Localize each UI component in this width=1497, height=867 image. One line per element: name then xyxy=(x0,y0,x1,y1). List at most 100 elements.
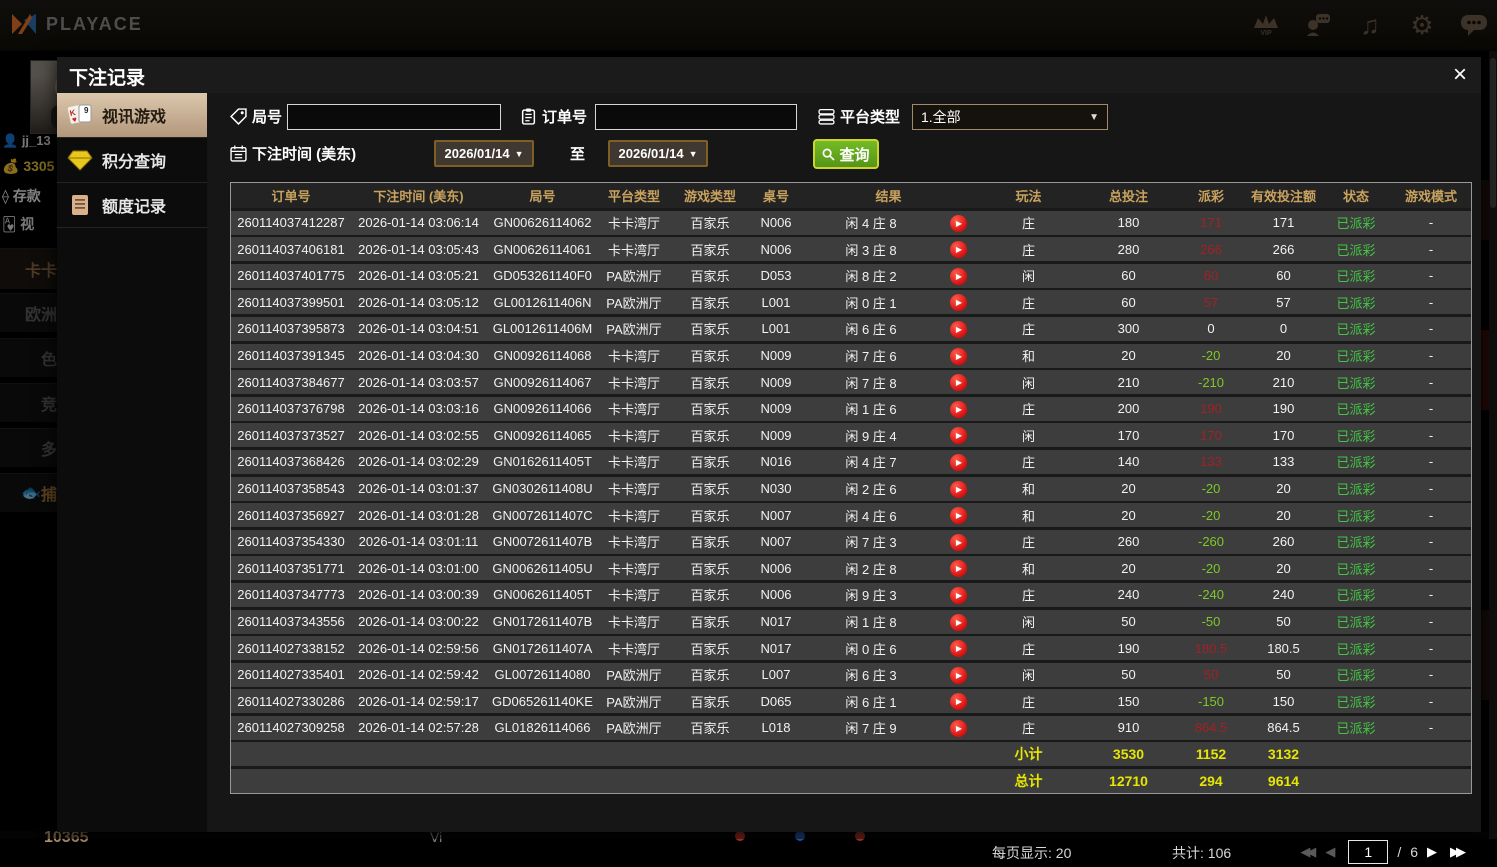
order-cell: 260114037412287 xyxy=(237,215,345,231)
table-row: 260114037373527 2026-01-14 03:02:55 GN0092… xyxy=(231,423,1471,448)
search-button[interactable]: 查询 xyxy=(813,139,879,169)
date-from-select[interactable]: 2026/01/14 ▼ xyxy=(434,140,534,167)
time-cell: 2026-01-14 02:59:17 xyxy=(358,693,479,709)
column-header: 游戏模式 xyxy=(1404,189,1457,204)
payout-cell: 180.5 xyxy=(1194,640,1228,656)
replay-button[interactable]: ▶ xyxy=(950,719,967,737)
column-header: 派彩 xyxy=(1197,189,1224,204)
status-cell: 已派彩 xyxy=(1336,561,1376,577)
game-type-cell: 百家乐 xyxy=(690,535,730,551)
order-number-input[interactable] xyxy=(595,104,797,130)
mode-cell: - xyxy=(1428,481,1434,497)
mode-cell: - xyxy=(1428,667,1434,683)
replay-button[interactable]: ▶ xyxy=(950,640,967,658)
tab-credit-records[interactable]: 额度记录 xyxy=(57,183,207,228)
bet-cell: 50 xyxy=(1121,667,1136,683)
svg-text:9: 9 xyxy=(84,106,89,115)
replay-button[interactable]: ▶ xyxy=(950,214,967,232)
order-cell: 260114037358543 xyxy=(237,481,345,497)
game-type-cell: 百家乐 xyxy=(690,322,730,338)
replay-button[interactable]: ▶ xyxy=(950,533,967,551)
replay-button[interactable]: ▶ xyxy=(950,507,967,525)
table-row: 260114037356927 2026-01-14 03:01:28 GN0072… xyxy=(231,503,1471,528)
table-cell: L001 xyxy=(761,321,791,337)
platform-cell: 卡卡湾厅 xyxy=(607,535,660,551)
table-header-row: 订单号 下注时间 (美东) 局号 平台类型 游戏类型 桌号 结果 玩法 总投注 派彩 有效投注额 状态… xyxy=(231,183,1471,208)
table-cell: L018 xyxy=(761,720,791,736)
round-cell: GN00926114068 xyxy=(493,348,592,364)
table-cell: N007 xyxy=(760,507,792,523)
game-type-cell: 百家乐 xyxy=(690,295,730,311)
payout-cell: 60 xyxy=(1203,268,1219,284)
platform-cell: PA欧洲厅 xyxy=(606,295,662,311)
page-number-input[interactable] xyxy=(1348,840,1389,864)
total-valid: 9614 xyxy=(1267,773,1300,790)
play-cell: 闲 xyxy=(1021,428,1035,444)
status-cell: 已派彩 xyxy=(1336,535,1376,551)
list-icon xyxy=(818,108,835,125)
order-cell: 260114037373527 xyxy=(237,427,345,443)
platform-type-select[interactable]: 1.全部 ▼ xyxy=(912,104,1108,130)
table-cell: N030 xyxy=(760,481,792,497)
clipboard-icon xyxy=(521,108,536,125)
mode-cell: - xyxy=(1428,507,1434,523)
table-row: 260114027330286 2026-01-14 02:59:17 GD0652… xyxy=(231,689,1471,714)
time-cell: 2026-01-14 03:06:14 xyxy=(358,215,479,231)
replay-button[interactable]: ▶ xyxy=(950,427,967,445)
result-cell: 闲 3 庄 8 xyxy=(845,242,897,258)
tab-points-query[interactable]: 积分查询 xyxy=(57,138,207,183)
status-cell: 已派彩 xyxy=(1336,242,1376,258)
mode-cell: - xyxy=(1428,374,1434,390)
order-cell: 260114037368426 xyxy=(237,454,345,470)
replay-cell: ▶ xyxy=(941,426,976,445)
play-cell: 庄 xyxy=(1021,295,1035,311)
subtotal-label: 小计 xyxy=(1014,746,1043,763)
platform-cell: 卡卡湾厅 xyxy=(607,588,660,604)
play-cell: 和 xyxy=(1021,508,1035,524)
replay-button[interactable]: ▶ xyxy=(950,320,967,338)
replay-button[interactable]: ▶ xyxy=(950,400,967,418)
replay-button[interactable]: ▶ xyxy=(950,613,967,631)
time-cell: 2026-01-14 03:02:55 xyxy=(358,427,479,443)
replay-button[interactable]: ▶ xyxy=(950,586,967,604)
replay-cell: ▶ xyxy=(941,214,976,232)
round-number-input[interactable] xyxy=(287,104,501,130)
valid-bet-cell: 210 xyxy=(1272,374,1295,390)
next-page-button[interactable]: ▶ xyxy=(1427,844,1441,860)
replay-button[interactable]: ▶ xyxy=(950,480,967,498)
replay-button[interactable]: ▶ xyxy=(950,560,967,578)
prev-page-button[interactable]: ◀ xyxy=(1325,844,1339,860)
round-cell: GN00626114061 xyxy=(493,241,592,257)
bet-time-label: 下注时间 (美东) xyxy=(230,143,356,164)
replay-button[interactable]: ▶ xyxy=(950,241,967,259)
status-cell: 已派彩 xyxy=(1336,375,1376,391)
replay-button[interactable]: ▶ xyxy=(950,267,967,285)
subtotal-bet: 3530 xyxy=(1112,746,1145,763)
platform-cell: PA欧洲厅 xyxy=(606,668,662,684)
close-icon[interactable]: × xyxy=(1453,61,1467,89)
last-page-button[interactable]: ▶▶ xyxy=(1450,844,1466,860)
game-type-cell: 百家乐 xyxy=(690,455,730,471)
round-cell: GN0162611405T xyxy=(493,454,592,470)
replay-button[interactable]: ▶ xyxy=(950,666,967,684)
replay-button[interactable]: ▶ xyxy=(950,374,967,392)
game-type-cell: 百家乐 xyxy=(690,561,730,577)
replay-button[interactable]: ▶ xyxy=(950,693,967,711)
table-row: 260114037354330 2026-01-14 03:01:11 GN0072… xyxy=(231,529,1471,554)
date-to-select[interactable]: 2026/01/14 ▼ xyxy=(608,140,708,167)
tab-video-games[interactable]: K ♥ 9 视讯游戏 xyxy=(57,93,217,138)
column-header: 状态 xyxy=(1342,189,1369,204)
time-cell: 2026-01-14 03:02:29 xyxy=(358,454,479,470)
order-cell: 260114037376798 xyxy=(237,401,345,417)
payout-cell: 170 xyxy=(1200,427,1222,443)
replay-button[interactable]: ▶ xyxy=(950,347,967,365)
replay-button[interactable]: ▶ xyxy=(950,294,967,312)
game-type-cell: 百家乐 xyxy=(690,641,730,657)
first-page-button[interactable]: ◀◀ xyxy=(1300,844,1316,860)
round-number-label: 局号 xyxy=(230,106,282,127)
total-pages: 6 xyxy=(1410,844,1418,860)
replay-button[interactable]: ▶ xyxy=(950,453,967,471)
column-header: 玩法 xyxy=(1015,189,1042,204)
result-cell: 闲 2 庄 8 xyxy=(845,561,897,577)
bet-records-dialog: 下注记录 × K ♥ 9 视讯游戏 积分查询 额度记录 局号 订单号 平台类型 … xyxy=(57,57,1481,864)
